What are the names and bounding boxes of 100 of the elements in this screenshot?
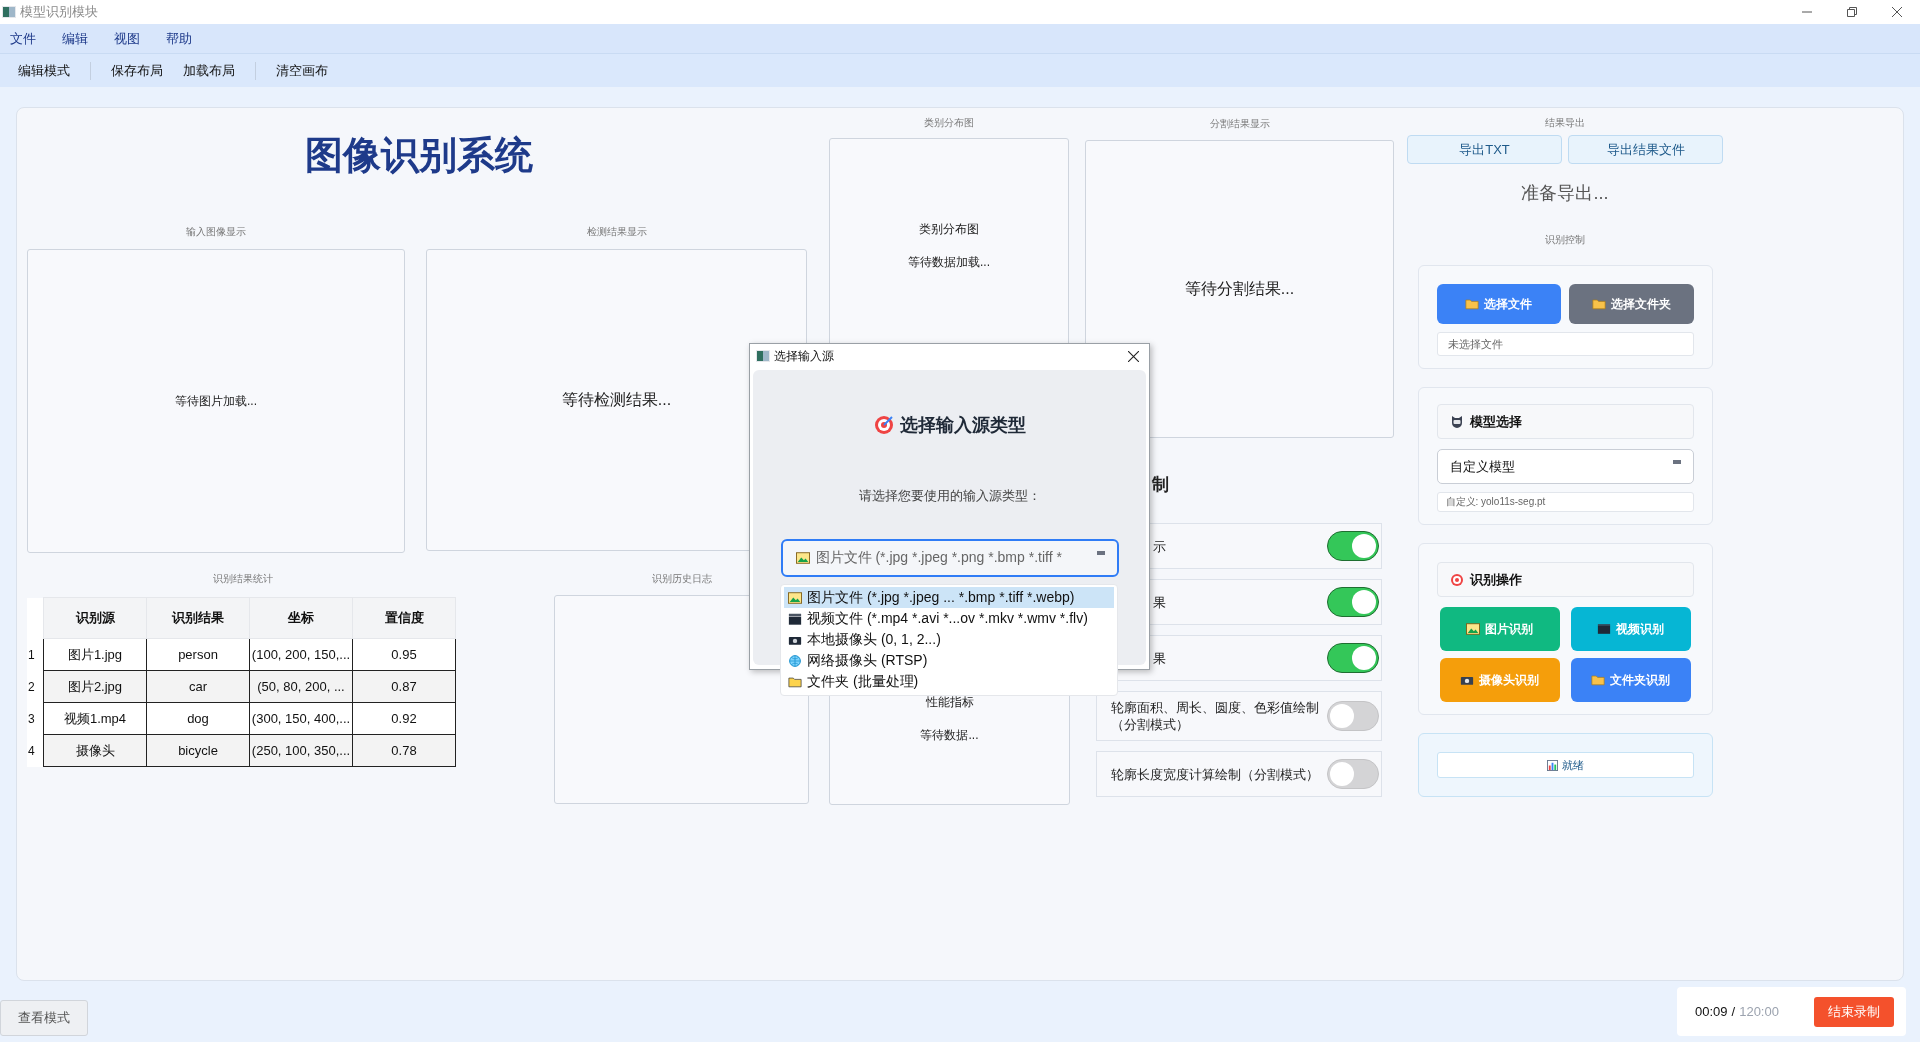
export-button[interactable]: 导出TXT xyxy=(1407,135,1562,164)
time-limit: 120:00 xyxy=(1739,1004,1779,1019)
toolbar-button[interactable]: 保存布局 xyxy=(111,61,163,80)
table-cell: (250, 100, 350,... xyxy=(249,734,353,767)
restore-icon[interactable] xyxy=(1847,7,1857,17)
dropdown-option[interactable]: 文件夹 (批量处理) xyxy=(784,671,1114,692)
dropdown-option[interactable]: 视频文件 (*.mp4 *.avi *...ov *.mkv *.wmv *.flv) xyxy=(784,608,1114,629)
export-status: 准备导出... xyxy=(1521,182,1609,205)
target-icon xyxy=(873,415,894,435)
placeholder-text: 等待图片加载... xyxy=(175,392,257,410)
target-icon xyxy=(1449,572,1464,587)
toolbar-button[interactable]: 清空画布 xyxy=(276,61,328,80)
table-cell: bicycle xyxy=(146,734,250,767)
toggle-switch[interactable] xyxy=(1327,587,1379,617)
close-icon[interactable] xyxy=(1892,7,1902,17)
picture-icon xyxy=(795,552,810,564)
table-cell: (100, 200, 150,... xyxy=(249,638,353,671)
placeholder-text: 等待数据加载... xyxy=(908,254,990,271)
folder-icon xyxy=(788,675,802,688)
section-title: 模型选择 xyxy=(1469,412,1522,431)
app-title: 图像识别系统 xyxy=(304,133,534,178)
source-dropdown[interactable]: 图片文件 (*.jpg *.jpeg *.png *.bmp *.tiff * xyxy=(780,539,1119,577)
table-cell: (50, 80, 200, ... xyxy=(249,670,353,703)
model-dropdown[interactable]: 自定义模型 xyxy=(1436,449,1694,484)
column-header: 置信度 xyxy=(352,597,456,639)
placeholder-text: 等待分割结果... xyxy=(1184,278,1295,299)
panel-caption: 分割结果显示 xyxy=(1208,117,1271,131)
column-header: 识别源 xyxy=(43,597,147,639)
camera-icon xyxy=(1460,674,1474,686)
folder-icon xyxy=(1591,674,1605,686)
elapsed-time: 00:09 xyxy=(1695,1004,1728,1019)
action-button[interactable]: 文件夹识别 xyxy=(1570,658,1691,702)
section-title: 识别操作 xyxy=(1469,570,1522,589)
table-cell: 视频1.mp4 xyxy=(43,702,147,735)
option-label: 果 xyxy=(1153,593,1167,611)
table-cell: (300, 150, 400,... xyxy=(249,702,353,735)
option-label: 果 xyxy=(1153,649,1167,667)
toggle-switch[interactable] xyxy=(1327,701,1379,731)
folder-icon xyxy=(1591,298,1606,310)
toggle-switch[interactable] xyxy=(1327,759,1379,789)
panel-caption: 输入图像显示 xyxy=(185,225,247,239)
toolbar-button[interactable]: 加载布局 xyxy=(183,61,235,80)
panel-caption: 检测结果显示 xyxy=(585,225,648,239)
menu-item[interactable]: 文件 xyxy=(10,29,36,48)
picture-icon xyxy=(1466,623,1480,635)
row-number: 3 xyxy=(27,702,44,735)
view-mode-button[interactable]: 查看模式 xyxy=(0,1000,88,1036)
panel-caption: 识别结果统计 xyxy=(211,572,274,586)
chart-title: 类别分布图 xyxy=(919,221,979,238)
table-cell: 图片1.jpg xyxy=(43,638,147,671)
dropdown-option[interactable]: 图片文件 (*.jpg *.jpeg ... *.bmp *.tiff *.webp) xyxy=(784,587,1114,608)
metrics-title: 性能指标 xyxy=(925,694,974,711)
panel-caption: 识别历史日志 xyxy=(650,572,713,586)
row-number: 1 xyxy=(27,638,44,671)
menu-item[interactable]: 视图 xyxy=(114,29,140,48)
column-header: 识别结果 xyxy=(146,597,250,639)
mascot-icon xyxy=(1449,414,1464,429)
status-text: 就绪 xyxy=(1561,757,1584,773)
menu-item[interactable]: 帮助 xyxy=(166,29,192,48)
table-cell: 0.92 xyxy=(352,702,456,735)
panel-caption: 结果导出 xyxy=(1545,116,1585,130)
dropdown-option[interactable]: 网络摄像头 (RTSP) xyxy=(784,650,1114,671)
file-status-field: 未选择文件 xyxy=(1436,332,1694,356)
model-path-field: 自定义: yolo11s-seg.pt xyxy=(1436,492,1694,512)
dialog-prompt: 请选择您要使用的输入源类型： xyxy=(858,487,1041,505)
export-button[interactable]: 导出结果文件 xyxy=(1568,135,1723,164)
table-cell: 0.95 xyxy=(352,638,456,671)
table-cell: 图片2.jpg xyxy=(43,670,147,703)
toggle-switch[interactable] xyxy=(1327,531,1379,561)
row-number: 4 xyxy=(27,734,44,767)
close-icon[interactable] xyxy=(1128,350,1139,362)
bar-chart-icon xyxy=(1546,759,1558,771)
column-header: 坐标 xyxy=(249,597,353,639)
table-cell: person xyxy=(146,638,250,671)
clapperboard-icon xyxy=(1597,623,1611,635)
table-cell: 摄像头 xyxy=(43,734,147,767)
row-number: 2 xyxy=(27,670,44,703)
table-cell: car xyxy=(146,670,250,703)
placeholder-text: 等待检测结果... xyxy=(561,389,672,410)
section-heading: 制 xyxy=(1152,474,1169,496)
select-button[interactable]: 选择文件夹 xyxy=(1569,284,1694,324)
option-label: 轮廓面积、周长、圆度、色彩值绘制（分割模式） xyxy=(1111,699,1320,733)
table-cell: 0.78 xyxy=(352,734,456,767)
dialog-heading: 选择输入源类型 xyxy=(899,414,1026,437)
time-separator: / xyxy=(1731,1004,1736,1019)
panel-caption: 类别分布图 xyxy=(923,116,975,130)
app-icon xyxy=(2,6,16,18)
folder-icon xyxy=(1465,298,1480,310)
dropdown-option[interactable]: 本地摄像头 (0, 1, 2...) xyxy=(784,629,1114,650)
globe-icon xyxy=(788,654,802,667)
select-button[interactable]: 选择文件 xyxy=(1436,284,1561,324)
panel-caption: 识别控制 xyxy=(1545,233,1585,247)
toolbar-button[interactable]: 编辑模式 xyxy=(18,61,70,80)
window-title: 模型识别模块 xyxy=(20,3,98,21)
toggle-switch[interactable] xyxy=(1327,643,1379,673)
option-label: 轮廓长度宽度计算绘制（分割模式） xyxy=(1111,765,1320,783)
placeholder-text: 等待数据... xyxy=(920,727,979,744)
option-label: 示 xyxy=(1153,537,1167,555)
menu-item[interactable]: 编辑 xyxy=(62,29,88,48)
table-cell: 0.87 xyxy=(352,670,456,703)
